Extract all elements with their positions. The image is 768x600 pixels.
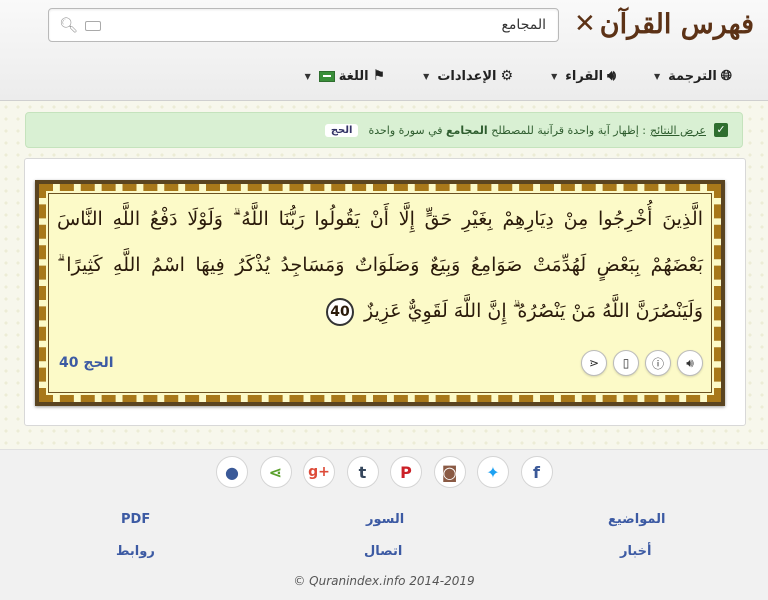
caret-down-icon: ▼ bbox=[423, 71, 430, 81]
pdf-icon: ▯ bbox=[622, 356, 630, 370]
results-label[interactable]: عرض النتائج bbox=[650, 124, 706, 137]
instagram-icon[interactable]: ◙ bbox=[433, 456, 466, 488]
search-box: 🔍︎ bbox=[48, 8, 559, 42]
logo-text: فهرس القرآن bbox=[599, 8, 754, 40]
header: فهرس القرآن ✕ 🔍︎ 🌐︎ الترجمة ▼ 🔊︎ القراء … bbox=[0, 0, 768, 101]
verse-frame: الَّذِينَ أُخْرِجُوا مِنْ دِيَارِهِمْ بِ… bbox=[35, 180, 725, 406]
copyright: © Quranindex.info 2014-2019 bbox=[293, 574, 475, 588]
info-button[interactable]: ⓘ bbox=[645, 350, 671, 376]
footer-link-contact[interactable]: اتصال bbox=[364, 544, 402, 559]
site-logo[interactable]: فهرس القرآن ✕ bbox=[574, 4, 754, 44]
language-flag-icon bbox=[318, 70, 335, 82]
verse-toolbar: 🔊︎ ⓘ ▯ ⋖ bbox=[575, 350, 703, 376]
verse-text: الَّذِينَ أُخْرِجُوا مِنْ دِيَارِهِمْ بِ… bbox=[57, 208, 703, 322]
footer-link-pdf[interactable]: PDF bbox=[121, 512, 150, 527]
results-term: المجامع bbox=[446, 123, 488, 137]
pdf-button[interactable]: ▯ bbox=[613, 350, 639, 376]
footer-link-news[interactable]: أخبار bbox=[620, 544, 652, 559]
footer-link-surahs[interactable]: السور bbox=[366, 512, 404, 527]
nav-settings[interactable]: ⚙ الإعدادات ▼ bbox=[423, 68, 513, 84]
caret-down-icon: ▼ bbox=[653, 71, 661, 81]
caret-down-icon: ▼ bbox=[304, 71, 311, 81]
tumblr-icon[interactable]: t bbox=[346, 456, 379, 488]
gear-icon: ⚙ bbox=[500, 68, 514, 84]
footer-link-links[interactable]: روابط bbox=[116, 544, 155, 559]
google-plus-icon[interactable]: g+ bbox=[303, 456, 335, 488]
nav-language-label: اللغة bbox=[338, 68, 369, 84]
nav-translation[interactable]: 🌐︎ الترجمة ▼ bbox=[654, 68, 732, 84]
search-input[interactable] bbox=[146, 9, 546, 41]
speaker-icon: 🔊︎ bbox=[686, 355, 694, 370]
verse-text-block: الَّذِينَ أُخْرِجُوا مِنْ دِيَارِهِمْ بِ… bbox=[57, 196, 703, 334]
share-icon[interactable]: ⋖ bbox=[259, 456, 292, 488]
play-audio-button[interactable]: 🔊︎ bbox=[677, 350, 703, 376]
results-alert: ✓ عرض النتائج : إظهار آية واحدة قرآنية ل… bbox=[25, 112, 743, 148]
nav-reciters[interactable]: 🔊︎ القراء ▼ bbox=[551, 68, 616, 84]
github-icon[interactable]: ● bbox=[216, 456, 248, 488]
nav-reciters-label: القراء bbox=[565, 68, 604, 84]
keyboard-icon[interactable] bbox=[85, 21, 101, 31]
crossed-swords-icon: ✕ bbox=[573, 9, 596, 39]
results-text-after: في سورة واحدة bbox=[368, 123, 443, 137]
verse-card: الَّذِينَ أُخْرِجُوا مِنْ دِيَارِهِمْ بِ… bbox=[24, 158, 746, 426]
nav-translation-label: الترجمة bbox=[668, 68, 717, 84]
social-links: ● ⋖ g+ t P ◙ ✦ f bbox=[216, 456, 564, 488]
speaker-icon: 🔊︎ bbox=[607, 68, 616, 84]
share-icon: ⋖ bbox=[588, 356, 600, 370]
globe-icon: 🌐︎ bbox=[720, 68, 732, 84]
surah-tag[interactable]: الحج bbox=[324, 123, 359, 137]
facebook-icon[interactable]: f bbox=[520, 456, 553, 488]
caret-down-icon: ▼ bbox=[551, 71, 558, 81]
flag-icon: ⚑ bbox=[372, 68, 386, 84]
pinterest-icon[interactable]: P bbox=[390, 456, 422, 488]
main-nav: 🌐︎ الترجمة ▼ 🔊︎ القراء ▼ ⚙ الإعدادات ▼ ⚑… bbox=[267, 62, 768, 90]
footer: ● ⋖ g+ t P ◙ ✦ f المواضيع السور PDF أخبا… bbox=[0, 449, 768, 600]
footer-link-topics[interactable]: المواضيع bbox=[608, 512, 665, 527]
nav-language[interactable]: ⚑ اللغة ▼ bbox=[305, 68, 386, 84]
nav-settings-label: الإعدادات bbox=[437, 68, 497, 84]
info-icon: ⓘ bbox=[652, 356, 665, 371]
share-button[interactable]: ⋖ bbox=[581, 350, 607, 376]
twitter-icon[interactable]: ✦ bbox=[477, 456, 509, 488]
verse-reference[interactable]: الحج 40 bbox=[59, 355, 114, 371]
results-text-before: : إظهار آية واحدة قرآنية للمصطلح bbox=[491, 123, 646, 137]
verse-number: 40 bbox=[326, 298, 354, 326]
check-icon[interactable]: ✓ bbox=[714, 123, 728, 137]
search-icon[interactable]: 🔍︎ bbox=[59, 16, 78, 34]
